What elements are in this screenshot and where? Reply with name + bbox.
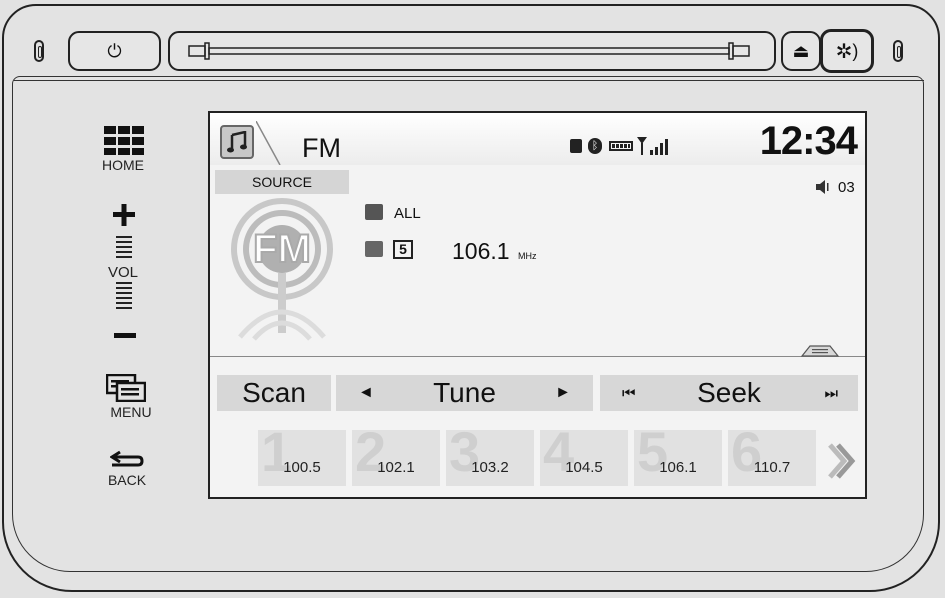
preset-button-1[interactable]: 1 100.5	[258, 430, 346, 486]
preset-frequency: 102.1	[377, 459, 415, 476]
scan-label: Scan	[242, 377, 306, 408]
touchscreen: FM ᛒ 12:34 SOURCE 03 FM ALL 5 106.1 MHz	[208, 111, 867, 499]
eject-button[interactable]: ⏏	[781, 31, 821, 71]
back-arrow-icon	[109, 450, 144, 467]
volume-up-button[interactable]	[113, 204, 135, 231]
preset-frequency: 103.2	[471, 459, 509, 476]
seek-back-button[interactable]: ⏮	[622, 385, 635, 402]
home-label: HOME	[102, 157, 144, 173]
fm-logo-text: FM	[252, 226, 312, 272]
seek-forward-button[interactable]: ⏭	[824, 385, 837, 402]
power-button[interactable]: ⏻	[68, 31, 161, 71]
seek-label: Seek	[697, 377, 761, 408]
preset-button-6[interactable]: 6 110.7	[728, 430, 816, 486]
home-button[interactable]	[104, 126, 144, 161]
tab-slant-divider	[256, 121, 281, 165]
right-mount-screw	[893, 40, 903, 62]
volume-level: 03	[838, 179, 855, 196]
disc-slot	[168, 31, 776, 71]
source-button[interactable]: SOURCE	[215, 170, 349, 194]
day-night-icon: ✲	[835, 40, 853, 63]
music-note-icon	[227, 131, 247, 153]
audio-source-tab[interactable]	[220, 125, 254, 159]
fm-logo: FM	[220, 197, 344, 345]
preset-button-2[interactable]: 2 102.1	[352, 430, 440, 486]
current-frequency: 106.1	[452, 238, 510, 264]
signal-strength-icon	[637, 137, 668, 155]
menu-button[interactable]	[105, 373, 147, 407]
next-presets-chevron-icon[interactable]	[826, 441, 856, 481]
tune-control: ◄ Tune ►	[336, 375, 593, 411]
clock: 12:34	[759, 119, 858, 163]
phone-icon	[570, 139, 582, 153]
tune-label: Tune	[433, 377, 496, 408]
power-icon: ⏻	[107, 40, 122, 61]
tune-down-button[interactable]: ◄	[358, 384, 374, 402]
eject-icon: ⏏	[792, 40, 810, 61]
tune-up-button[interactable]: ►	[555, 384, 571, 402]
minus-icon	[114, 333, 136, 338]
preset-frequency: 104.5	[565, 459, 603, 476]
plus-icon	[113, 204, 135, 226]
menu-label: MENU	[110, 404, 152, 420]
menu-icon	[105, 373, 147, 403]
back-label: BACK	[107, 472, 147, 488]
preset-frequency: 100.5	[283, 459, 321, 476]
volume-down-button[interactable]	[114, 326, 136, 344]
preset-frequency: 106.1	[659, 459, 697, 476]
bluetooth-icon: ᛒ	[588, 138, 602, 154]
display-brightness-button[interactable]: ✲)	[820, 29, 874, 73]
preset-button-3[interactable]: 3 103.2	[446, 430, 534, 486]
frequency-unit: MHz	[518, 251, 537, 261]
preset-frequency: 110.7	[753, 459, 791, 476]
pull-tab-icon[interactable]	[800, 343, 840, 357]
preset-button-4[interactable]: 4 104.5	[540, 430, 628, 486]
category-label: ALL	[394, 205, 421, 222]
volume-bar-upper-icon	[116, 236, 132, 267]
left-mount-screw	[34, 40, 44, 62]
disc-slot-icon	[188, 42, 750, 60]
preset-indicator: 5	[393, 240, 413, 259]
genre-icon	[365, 204, 383, 220]
preset-button-5[interactable]: 5 106.1	[634, 430, 722, 486]
battery-icon	[609, 141, 633, 151]
content-divider	[210, 356, 865, 357]
source-title: FM	[302, 133, 341, 163]
volume-bar-lower-icon	[116, 282, 132, 315]
volume-label: VOL	[107, 264, 138, 281]
antenna-icon	[365, 241, 383, 257]
seek-control: ⏮ Seek ⏭	[600, 375, 858, 411]
speaker-icon	[816, 180, 829, 194]
scan-button[interactable]: Scan	[217, 375, 331, 411]
home-grid-icon	[104, 126, 144, 155]
